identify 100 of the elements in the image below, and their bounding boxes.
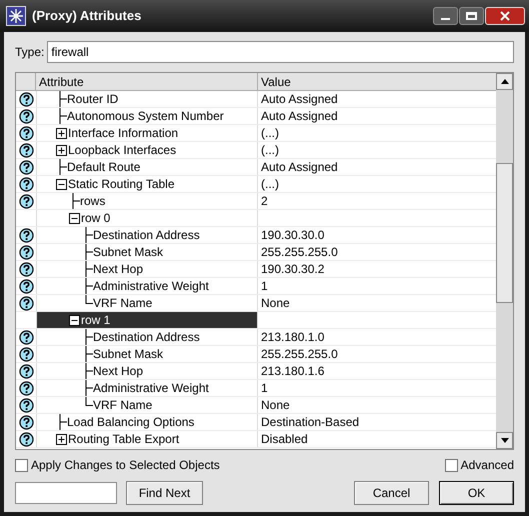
attribute-name: Routing Table Export xyxy=(68,431,180,448)
attribute-name: rows xyxy=(80,193,106,210)
up-arrow-icon[interactable] xyxy=(500,79,508,84)
attribute-name: Subnet Mask xyxy=(93,346,164,363)
attribute-name: Subnet Mask xyxy=(93,244,164,261)
search-field[interactable] xyxy=(15,482,117,504)
attribute-value: None xyxy=(261,295,290,312)
attribute-value: Auto Assigned xyxy=(261,108,338,125)
close-icon[interactable] xyxy=(500,11,510,21)
help-icon[interactable] xyxy=(18,244,34,260)
attribute-value: 1 xyxy=(261,278,268,295)
help-icon[interactable] xyxy=(18,160,34,174)
cancel-button[interactable]: Cancel xyxy=(354,481,429,505)
attribute-name: Administrative Weight xyxy=(93,278,209,295)
down-arrow-icon[interactable] xyxy=(500,438,508,443)
help-icon[interactable] xyxy=(18,346,34,362)
checkbox[interactable] xyxy=(444,458,458,472)
tree-row[interactable]: Next Hop xyxy=(36,363,258,379)
attribute-value: Auto Assigned xyxy=(261,159,338,176)
help-icon[interactable] xyxy=(18,364,34,378)
help-icon[interactable] xyxy=(18,194,34,208)
attribute-value: 213.180.1.0 xyxy=(261,329,324,346)
attribute-name: Load Balancing Options xyxy=(67,414,194,431)
expand-icon[interactable] xyxy=(56,144,67,156)
help-icon[interactable] xyxy=(18,92,34,106)
window-title: (Proxy) Attributes xyxy=(32,7,142,26)
help-icon[interactable] xyxy=(18,228,34,242)
tree-row[interactable]: VRF Name xyxy=(36,295,258,311)
tree-row[interactable]: Next Hop xyxy=(36,261,258,277)
attribute-name: Static Routing Table xyxy=(68,176,175,193)
help-icon[interactable] xyxy=(18,126,34,140)
collapse-icon[interactable] xyxy=(69,212,80,224)
maximize-button[interactable] xyxy=(459,7,484,25)
tree-row[interactable]: Administrative Weight xyxy=(36,278,258,294)
attribute-name: Destination Address xyxy=(93,329,200,346)
checkbox-label: Advanced xyxy=(460,457,514,474)
minimize-button[interactable] xyxy=(433,7,458,25)
attribute-name: VRF Name xyxy=(93,295,152,312)
tree-row[interactable]: Administrative Weight xyxy=(36,380,258,396)
attribute-value: (...) xyxy=(261,142,279,159)
tree-row[interactable]: Router ID xyxy=(36,91,258,107)
attribute-value: (...) xyxy=(261,125,279,142)
attribute-name: row 0 xyxy=(81,210,110,227)
attribute-value: 190.30.30.2 xyxy=(261,261,324,278)
help-icon[interactable] xyxy=(18,176,34,192)
attribute-name: Interface Information xyxy=(68,125,178,142)
attribute-value: Auto Assigned xyxy=(261,91,338,108)
help-icon[interactable] xyxy=(18,432,34,446)
tree-row[interactable]: row 0 xyxy=(36,210,258,226)
tree-row[interactable]: row 1 xyxy=(36,312,258,328)
collapse-icon[interactable] xyxy=(56,178,67,190)
attribute-name: VRF Name xyxy=(93,397,152,414)
help-icon[interactable] xyxy=(18,142,34,158)
attribute-value: 1 xyxy=(261,380,268,397)
help-icon[interactable] xyxy=(18,330,34,344)
column-header[interactable]: Attribute xyxy=(36,73,258,90)
help-icon[interactable] xyxy=(18,380,34,396)
find-next-button[interactable]: Find Next xyxy=(126,481,203,505)
collapse-icon[interactable] xyxy=(69,314,80,326)
attribute-value: 2 xyxy=(261,193,268,210)
tree-row[interactable]: Subnet Mask xyxy=(36,346,258,362)
tree-row[interactable]: Routing Table Export xyxy=(36,431,258,447)
tree-row[interactable]: Default Route xyxy=(36,159,258,175)
tree-row[interactable]: Destination Address xyxy=(36,329,258,345)
attribute-value: Destination-Based xyxy=(261,414,360,431)
column-header[interactable]: Value xyxy=(258,73,496,90)
scrollbar[interactable] xyxy=(496,73,513,449)
attribute-value: 213.180.1.6 xyxy=(261,363,324,380)
tree-row[interactable]: Autonomous System Number xyxy=(36,108,258,124)
tree-row[interactable]: Load Balancing Options xyxy=(36,414,258,430)
ok-button[interactable]: OK xyxy=(439,481,514,505)
expand-icon[interactable] xyxy=(56,434,67,444)
tree-row[interactable]: Static Routing Table xyxy=(36,176,258,192)
help-icon[interactable] xyxy=(18,278,34,294)
tree-row[interactable]: VRF Name xyxy=(36,397,258,413)
tree-line-icon xyxy=(72,193,80,209)
attribute-name: row 1 xyxy=(81,312,110,329)
tree-row[interactable]: Subnet Mask xyxy=(36,244,258,260)
attribute-name: Router ID xyxy=(67,91,118,108)
help-icon[interactable] xyxy=(18,414,34,430)
tree-row[interactable]: Interface Information xyxy=(36,125,258,141)
type-field[interactable]: firewall xyxy=(47,41,514,63)
attribute-value: (...) xyxy=(261,176,279,193)
attribute-name: Administrative Weight xyxy=(93,380,209,397)
attribute-name: Loopback Interfaces xyxy=(68,142,176,159)
attribute-name: Autonomous System Number xyxy=(67,108,224,125)
help-icon[interactable] xyxy=(18,296,34,310)
help-icon[interactable] xyxy=(18,108,34,124)
checkbox-label: Apply Changes to Selected Objects xyxy=(31,457,220,474)
attribute-value: 255.255.255.0 xyxy=(261,244,338,261)
tree-row[interactable]: Loopback Interfaces xyxy=(36,142,258,158)
tree-row[interactable]: rows xyxy=(36,193,258,209)
help-icon[interactable] xyxy=(18,262,34,276)
attribute-value: 190.30.30.0 xyxy=(261,227,324,244)
tree-row[interactable]: Destination Address xyxy=(36,227,258,243)
checkbox[interactable] xyxy=(15,458,28,472)
close-button[interactable] xyxy=(485,7,525,25)
expand-icon[interactable] xyxy=(56,128,67,138)
attribute-name: Next Hop xyxy=(93,261,144,278)
help-icon[interactable] xyxy=(18,398,34,412)
